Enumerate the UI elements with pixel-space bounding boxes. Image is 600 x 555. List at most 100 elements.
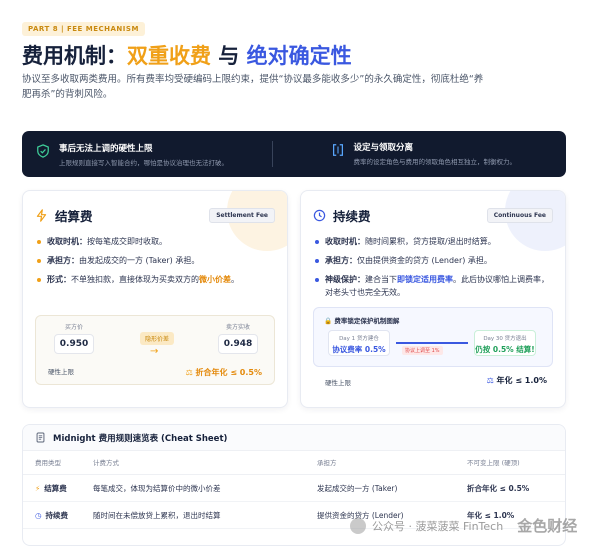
day30-label: Day 30 贷方退出 [483, 336, 527, 342]
table-header-row: 费用类型 计费方式 承担方 不可变上限 (硬顶) [23, 451, 565, 475]
bullet-label: 形式： [47, 275, 71, 284]
list-item: 神级保护：建合当下即锁定适用费率。此后协议哪怕上调费率，对老头寸也完全无效。 [315, 273, 555, 299]
bullet-dot [37, 259, 41, 263]
buyer-price-label: 买方价 [64, 324, 83, 331]
method-cell: 随时间在未偿放贷上累积，退出时结算 [93, 511, 221, 520]
bullet-tail: 。 [231, 275, 239, 284]
settlement-cap-value: ⚖ 折合年化 ≤ 0.5% [186, 367, 262, 378]
rate-increase-tag: 协议上调至 1% [402, 346, 443, 355]
settlement-pill: Settlement Fee [209, 208, 275, 223]
page-title: 费用机制：双重收费 与 绝对确定性 [22, 40, 352, 70]
method-cell: 每笔成交，体现为结算价中的微小价差 [93, 484, 221, 493]
settlement-card-header: 结算费 [35, 206, 93, 225]
continuous-card-header: 持续费 [313, 206, 371, 225]
continuous-cap-value: ⚖ 年化 ≤ 1.0% [487, 375, 547, 386]
day1-box: Day 1 贷方建仓 协议费率 0.5% [328, 330, 390, 356]
seller-price-block: 卖方实收 0.948 [218, 322, 258, 354]
bullet-emphasis: 微小价差 [199, 275, 231, 284]
column-header: 计费方式 [93, 459, 119, 467]
bullet-text: 建合当下 [365, 275, 397, 284]
shield-check-icon [37, 143, 49, 158]
principles-banner: 事后无法上调的硬性上限 上限规则直接写入智能合约，哪怕是协议治理也无法打破。 设… [22, 131, 566, 177]
bullet-text: 不单独扣款，直接体现为买卖双方的 [71, 275, 199, 284]
list-item: 承担方：仅由提供资金的贷方 (Lender) 承担。 [315, 254, 555, 267]
seller-price-label: 卖方实收 [225, 324, 250, 331]
cap-cell: 折合年化 ≤ 0.5% [467, 484, 530, 493]
bullet-dot [37, 240, 41, 244]
column-header: 承担方 [317, 459, 337, 467]
bullet-label: 承担方： [325, 256, 357, 265]
arrow-right-icon: → [150, 346, 159, 357]
bullet-label: 神级保护： [325, 275, 365, 284]
bullet-label: 承担方： [47, 256, 79, 265]
bullet-dot [315, 259, 319, 263]
list-item: 收取时机：随时间累积，贷方提取/退出时结算。 [315, 235, 555, 248]
list-item: 收取时机：按每笔成交即时收取。 [37, 235, 277, 248]
bullet-label: 收取时机： [325, 237, 365, 246]
wechat-icon [350, 517, 366, 534]
scale-icon: ⚖ [486, 376, 494, 385]
continuous-cap-text: 年化 ≤ 1.0% [496, 376, 547, 385]
document-icon [36, 432, 45, 443]
list-item: 形式：不单独扣款，直接体现为买卖双方的微小价差。 [37, 273, 277, 286]
clock-icon [313, 209, 326, 222]
title-highlight-orange: 双重收费 [127, 44, 211, 68]
bullet-text: 仅由提供资金的贷方 (Lender) 承担。 [357, 256, 492, 265]
rate-lock-diagram: 🔒 费率锁定保护机制图解 Day 1 贷方建仓 协议费率 0.5% 协议上调至 … [313, 307, 553, 367]
seller-price-value: 0.948 [218, 334, 258, 354]
day30-box: Day 30 贷方退出 仍按 0.5% 结算! [474, 330, 536, 356]
banner-right-sub: 费率的设定角色与费用的领取角色相互独立，制衡权力。 [353, 158, 517, 166]
rate-lock-title: 🔒 费率锁定保护机制图解 [324, 315, 399, 325]
hidden-spread-tag: 隐形价差 [140, 332, 175, 345]
day30-value: 仍按 0.5% 结算! [475, 345, 535, 354]
part-tag: PART 8 | FEE MECHANISM [22, 22, 145, 36]
continuous-card-title: 持续费 [333, 209, 371, 224]
table-row: ⚡ 结算费 每笔成交，体现为结算价中的微小价差 发起成交的一方 (Taker) 折… [23, 475, 565, 502]
settlement-cap-label: 硬性上限 [48, 368, 74, 376]
bullet-text: 由发起成交的一方 (Taker) 承担。 [79, 256, 200, 265]
spread-diagram: 买方价 0.950 隐形价差 → 卖方实收 0.948 硬性上限 ⚖ 折合年化 … [35, 315, 275, 385]
day1-value: 协议费率 0.5% [332, 345, 386, 354]
bullet-dot [315, 240, 319, 244]
banner-right-title: 设定与领取分离 [353, 143, 414, 153]
intro-text: 协议至多收取两类费用。所有费率均受硬编码上限约束，提供“协议最多能收多少”的永久… [22, 74, 484, 100]
banner-left-title: 事后无法上调的硬性上限 [59, 143, 153, 154]
buyer-price-value: 0.950 [54, 334, 94, 354]
watermark-text: 公众号 · 菠菜菠菜 FinTech [372, 519, 504, 533]
day1-label: Day 1 贷方建仓 [339, 336, 379, 342]
cheat-sheet-header: Midnight 费用规则速览表 (Cheat Sheet) [23, 425, 565, 451]
column-header: 不可变上限 (硬顶) [467, 459, 520, 467]
clock-icon: ◷ [35, 511, 42, 520]
settlement-bullets: 收取时机：按每笔成交即时收取。 承担方：由发起成交的一方 (Taker) 承担。… [37, 235, 277, 292]
lock-icon: 🔒 [324, 317, 333, 325]
rate-lock-title-text: 费率锁定保护机制图解 [334, 317, 400, 325]
split-brackets-icon [332, 144, 343, 156]
title-prefix: 费用机制： [22, 44, 127, 68]
fee-type-text: 结算费 [44, 484, 67, 493]
fee-type-cell: ⚡ 结算费 [35, 475, 67, 502]
bullet-label: 收取时机： [47, 237, 87, 246]
continuous-bullets: 收取时机：随时间累积，贷方提取/退出时结算。 承担方：仅由提供资金的贷方 (Le… [315, 235, 555, 305]
banner-left-sub: 上限规则直接写入智能合约，哪怕是协议治理也无法打破。 [59, 158, 228, 167]
bullet-emphasis: 即锁定适用费率 [397, 275, 453, 284]
scale-icon: ⚖ [185, 368, 193, 377]
lightning-icon: ⚡ [35, 484, 41, 493]
payer-cell: 发起成交的一方 (Taker) [317, 484, 398, 493]
bullet-dot [37, 278, 41, 282]
watermark-brand: 金色财经 [517, 517, 578, 535]
fee-type-cell: ◷ 持续费 [35, 502, 68, 529]
lightning-icon [36, 209, 47, 222]
title-highlight-blue: 绝对确定性 [246, 44, 352, 68]
bullet-dot [315, 278, 319, 282]
continuous-pill: Continuous Fee [486, 208, 553, 223]
cheat-sheet-title: Midnight 费用规则速览表 (Cheat Sheet) [53, 433, 228, 444]
continuous-fee-card: 持续费 Continuous Fee 收取时机：随时间累积，贷方提取/退出时结算… [300, 190, 566, 408]
banner-separation: 设定与领取分离 费率的设定角色与费用的领取角色相互独立，制衡权力。 [271, 141, 567, 167]
column-header: 费用类型 [35, 459, 61, 467]
list-item: 承担方：由发起成交的一方 (Taker) 承担。 [37, 254, 277, 267]
settlement-cap-text: 折合年化 ≤ 0.5% [195, 368, 262, 377]
timeline-line [396, 342, 468, 344]
title-joiner: 与 [211, 44, 247, 68]
settlement-card-title: 结算费 [55, 209, 93, 224]
fee-type-text: 持续费 [45, 511, 69, 520]
